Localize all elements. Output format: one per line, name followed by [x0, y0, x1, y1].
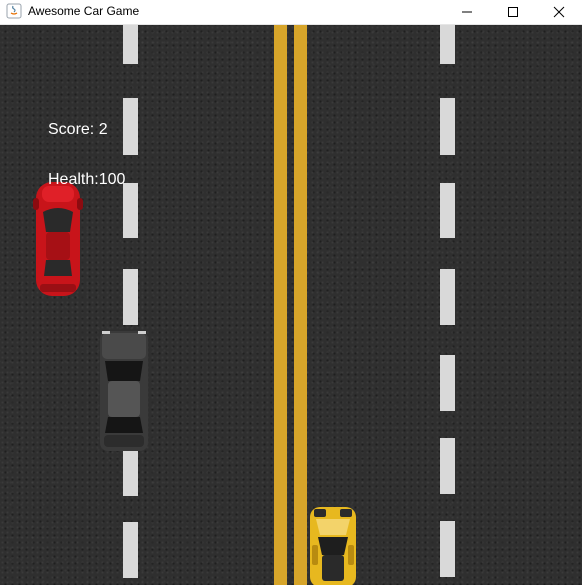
maximize-icon	[508, 7, 518, 17]
health-display: Health:100	[48, 171, 125, 189]
health-label: Health:	[48, 171, 99, 188]
yellow-player-car	[310, 507, 356, 585]
minimize-button[interactable]	[444, 0, 490, 24]
score-label: Score:	[48, 121, 95, 138]
lane-marking	[440, 521, 455, 577]
lane-marking	[440, 183, 455, 238]
minimize-icon	[462, 11, 472, 13]
game-canvas[interactable]: Score: 2 Health:100	[0, 25, 582, 585]
black-car	[100, 331, 148, 451]
window-title: Awesome Car Game	[28, 4, 140, 18]
red-car	[33, 182, 83, 296]
lane-marking	[123, 522, 138, 578]
lane-marking	[440, 355, 455, 411]
close-button[interactable]	[536, 0, 582, 24]
lane-marking	[123, 98, 138, 155]
lane-marking	[440, 438, 455, 494]
lane-marking	[440, 269, 455, 325]
title-bar: Awesome Car Game	[0, 0, 582, 25]
health-value: 100	[98, 171, 126, 188]
score-display: Score: 2	[48, 121, 108, 139]
score-value: 2	[98, 121, 108, 138]
lane-marking	[123, 269, 138, 325]
lane-marking	[440, 25, 455, 64]
java-icon	[6, 3, 22, 19]
lane-marking	[440, 98, 455, 155]
lane-marking	[123, 25, 138, 64]
lane-marking	[123, 183, 138, 238]
close-icon	[553, 6, 565, 18]
center-line-left	[274, 25, 287, 585]
maximize-button[interactable]	[490, 0, 536, 24]
center-line-right	[294, 25, 307, 585]
